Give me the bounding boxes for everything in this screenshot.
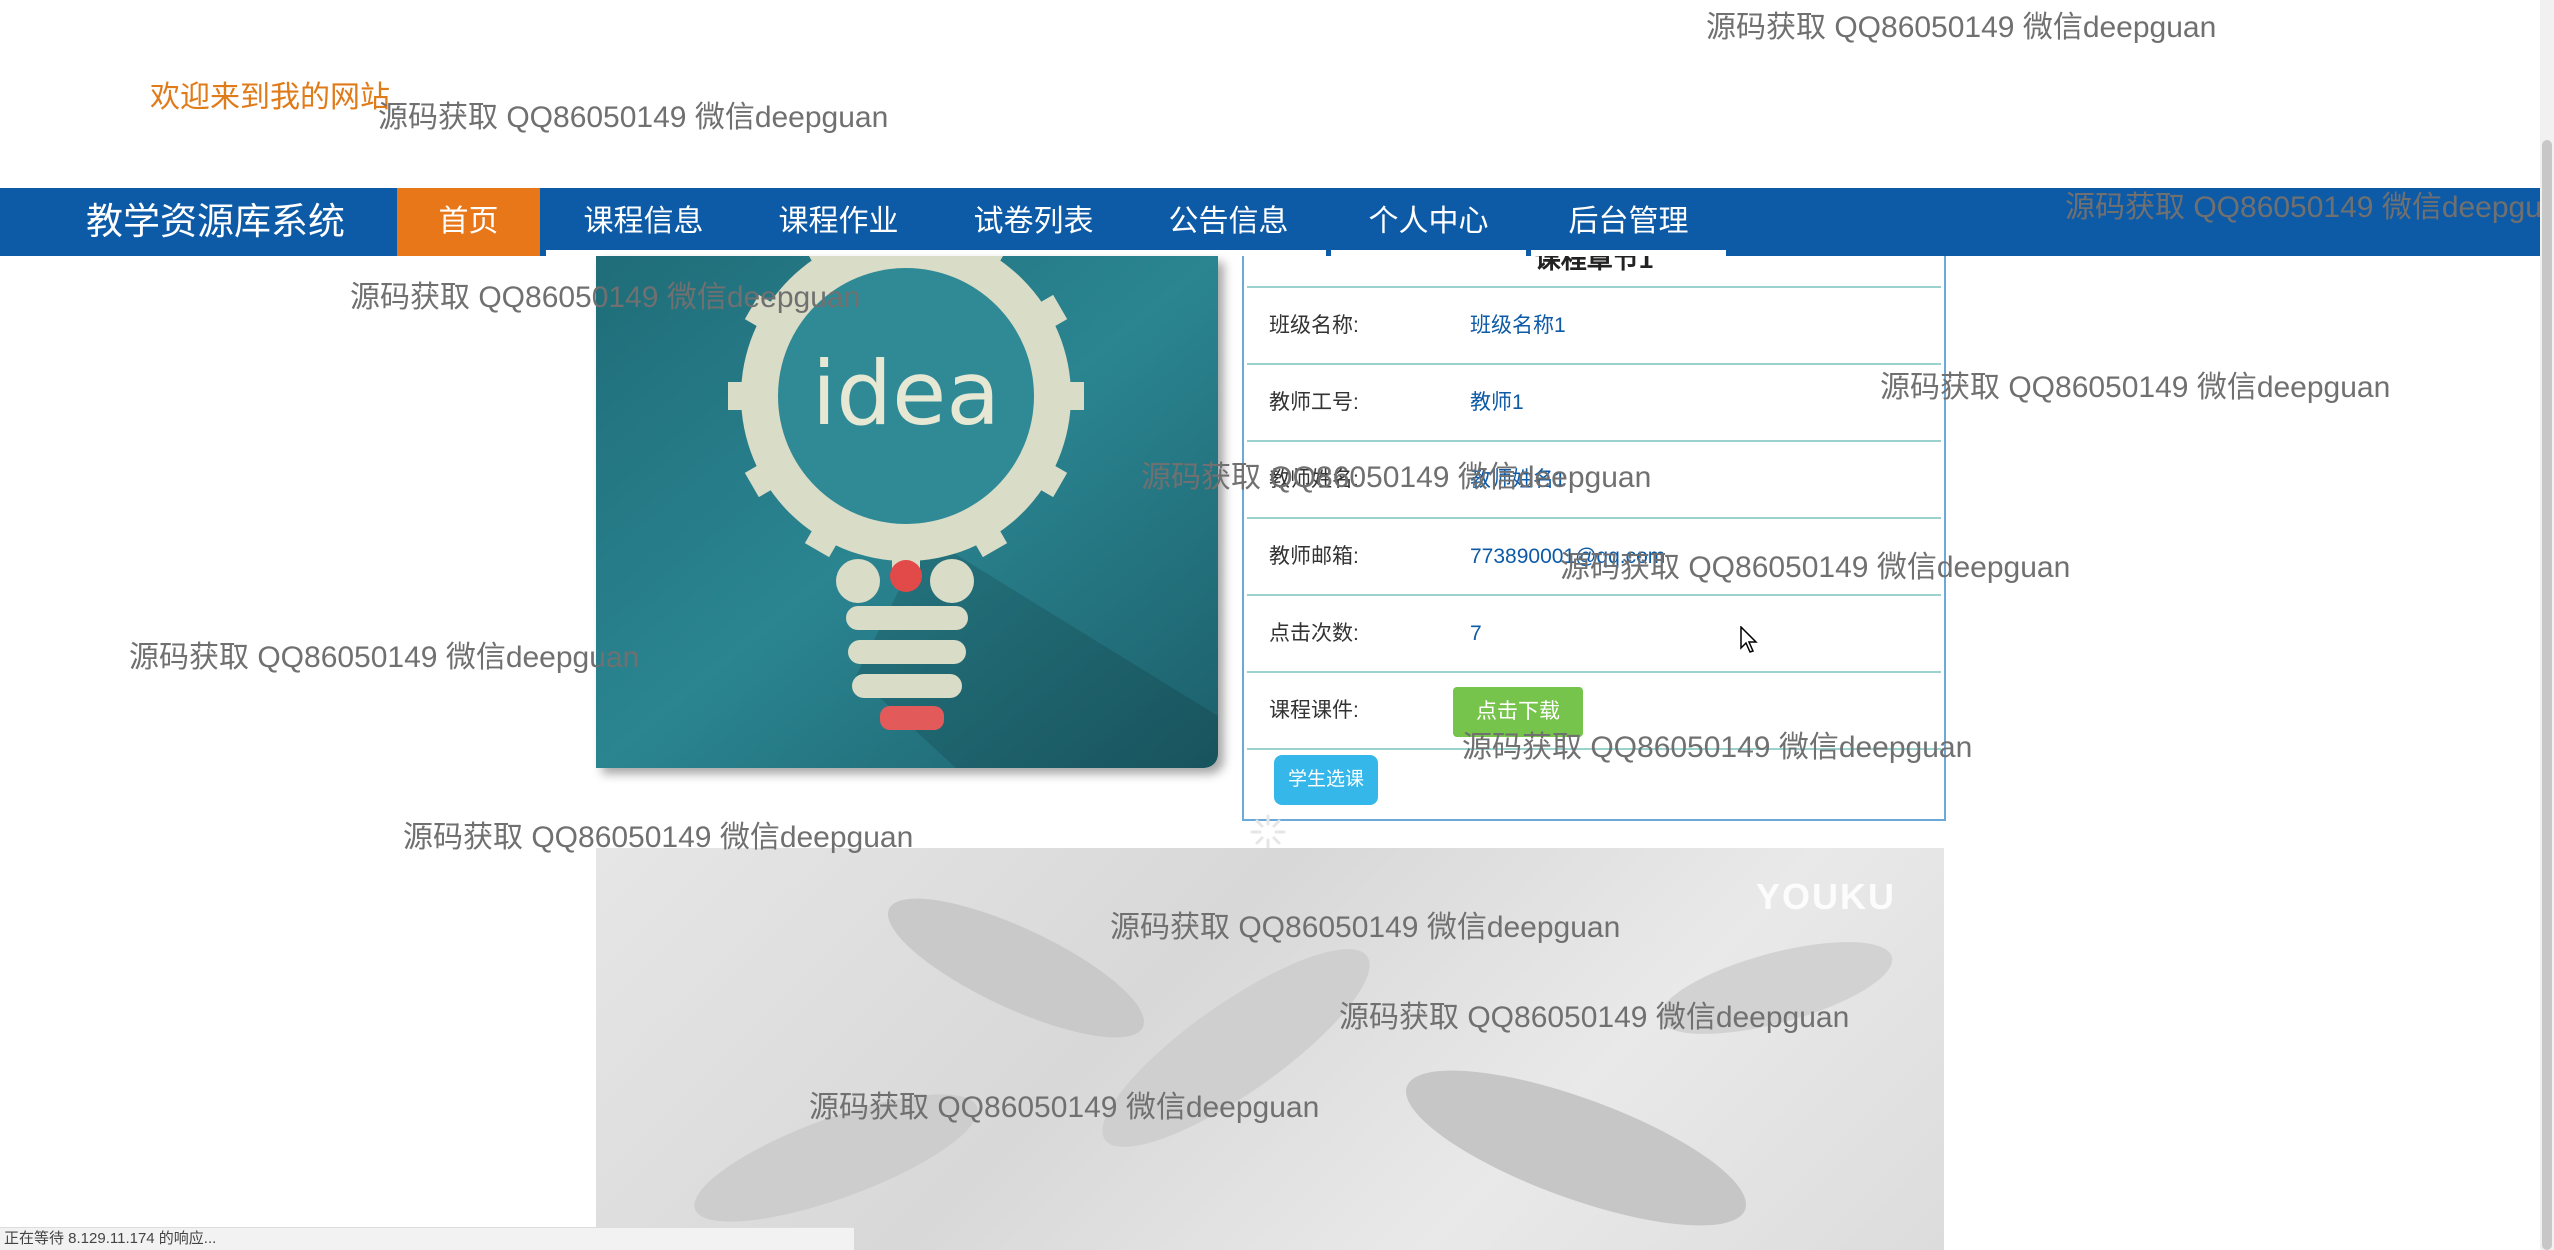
detail-row: 教师姓名: 教师姓名1: [1247, 440, 1941, 518]
teacher-name-label: 教师姓名:: [1269, 468, 1359, 491]
teacher-id-label: 教师工号:: [1269, 391, 1359, 414]
scrollbar-thumb[interactable]: [2542, 140, 2552, 1250]
nav-item-personal-center[interactable]: 个人中心: [1331, 188, 1526, 256]
nav-bar: 教学资源库系统 首页 课程信息 课程作业 试卷列表 公告信息 个人中心 后台管理: [0, 188, 2540, 256]
detail-row: 点击次数: 7: [1247, 594, 1941, 672]
select-course-button[interactable]: 学生选课: [1274, 755, 1378, 805]
nav-item-home[interactable]: 首页: [397, 188, 540, 256]
watermark-text: 源码获取 QQ86050149 微信deepguan: [129, 641, 640, 674]
course-image[interactable]: idea: [596, 256, 1218, 768]
teacher-id-value: 教师1: [1470, 391, 1524, 414]
course-chapter-title: 课程章节1: [1534, 256, 1654, 274]
courseware-label: 课程课件:: [1269, 699, 1359, 722]
watermark-text: 源码获取 QQ86050149 微信deepguan: [1706, 11, 2217, 44]
mouse-cursor-icon: [1740, 626, 1758, 653]
class-name-value: 班级名称1: [1470, 314, 1566, 337]
detail-row: 教师工号: 教师1: [1247, 363, 1941, 441]
teacher-email-label: 教师邮箱:: [1269, 545, 1359, 568]
detail-row: 班级名称: 班级名称1: [1247, 286, 1941, 364]
youku-logo: YOUKU: [1755, 876, 1896, 917]
watermark-text: 源码获取 QQ86050149 微信deepguan: [1880, 371, 2391, 404]
watermark-text: 源码获取 QQ86050149 微信deepguan: [378, 101, 889, 134]
video-player[interactable]: YOUKU: [596, 848, 1944, 1250]
nav-item-exam-list[interactable]: 试卷列表: [936, 188, 1131, 256]
nav-item-announcements[interactable]: 公告信息: [1131, 188, 1326, 256]
welcome-text: 欢迎来到我的网站: [150, 81, 390, 114]
nav-item-course-info[interactable]: 课程信息: [546, 188, 741, 256]
nav-item-admin[interactable]: 后台管理: [1531, 188, 1726, 256]
detail-row: 教师邮箱: 773890001@qq.com: [1247, 517, 1941, 595]
nav-item-course-homework[interactable]: 课程作业: [741, 188, 936, 256]
class-name-label: 班级名称:: [1269, 314, 1359, 337]
page-scrollbar[interactable]: [2540, 0, 2554, 1250]
click-count-label: 点击次数:: [1269, 622, 1359, 645]
click-count-value: 7: [1470, 622, 1482, 645]
loading-spinner-icon: [1250, 814, 1286, 850]
download-button[interactable]: 点击下载: [1453, 687, 1583, 737]
teacher-email-value: 773890001@qq.com: [1470, 545, 1666, 568]
detail-divider: [1247, 748, 1941, 750]
browser-status-bar: 正在等待 8.129.11.174 的响应...: [0, 1227, 854, 1250]
idea-text: idea: [812, 342, 1000, 445]
site-brand[interactable]: 教学资源库系统: [86, 188, 345, 256]
course-detail-panel: 课程章节1 班级名称: 班级名称1 教师工号: 教师1 教师姓名: 教师姓名1 …: [1242, 256, 1946, 821]
idea-bulb-illustration: idea: [596, 256, 1218, 768]
teacher-name-value: 教师姓名1: [1470, 468, 1566, 491]
video-background: [694, 898, 1893, 1226]
detail-row: 课程课件: 点击下载: [1247, 671, 1941, 749]
